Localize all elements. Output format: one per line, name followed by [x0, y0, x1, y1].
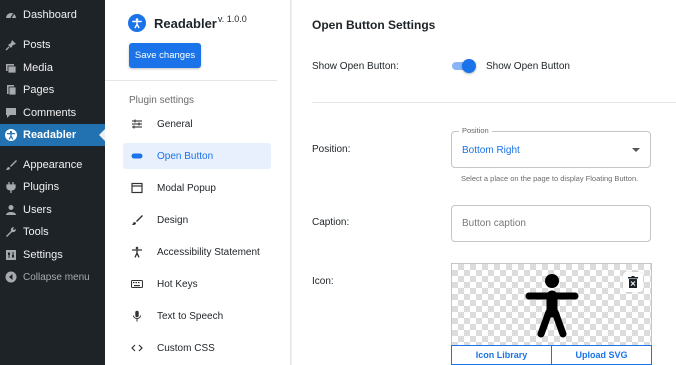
section-divider — [312, 102, 676, 103]
sliders-icon — [131, 118, 143, 130]
comments-icon — [5, 107, 17, 119]
plugin-brand: Readabler v. 1.0.0 — [128, 14, 247, 32]
accessibility-logo-icon — [128, 14, 146, 32]
nav-item-label: Accessibility Statement — [157, 246, 260, 258]
position-label: Position: — [312, 144, 351, 155]
collapse-arrow-icon — [5, 271, 17, 283]
wp-menu-appearance[interactable]: Appearance — [0, 154, 105, 176]
collapse-menu-label: Collapse menu — [23, 271, 90, 283]
pages-icon — [5, 84, 17, 96]
microphone-icon — [131, 310, 143, 322]
nav-item-label: Open Button — [157, 150, 214, 162]
nav-item-hot-keys[interactable]: Hot Keys — [123, 271, 271, 297]
nav-item-label: Modal Popup — [157, 182, 216, 194]
position-select-legend: Position — [459, 126, 492, 135]
wp-menu-plugins[interactable]: Plugins — [0, 176, 105, 198]
wp-menu-label: Appearance — [23, 159, 83, 171]
chevron-down-icon — [632, 148, 640, 152]
position-select[interactable]: Position Bottom Right — [451, 126, 651, 168]
upload-svg-button[interactable]: Upload SVG — [551, 345, 652, 365]
nav-item-label: Design — [157, 214, 189, 226]
brush-icon — [5, 159, 17, 171]
wp-menu-label: Comments — [23, 107, 77, 119]
pin-icon — [5, 39, 17, 51]
plug-icon — [5, 181, 17, 193]
wp-menu-settings[interactable]: Settings — [0, 244, 105, 266]
media-icon — [5, 62, 17, 74]
plugin-nav-panel: Readabler v. 1.0.0 Save changes Plugin s… — [105, 0, 291, 365]
page-title: Open Button Settings — [312, 18, 436, 32]
brush-icon — [131, 214, 143, 226]
wp-menu-posts[interactable]: Posts — [0, 34, 105, 56]
icon-library-button[interactable]: Icon Library — [451, 345, 552, 365]
wp-menu-label: Users — [23, 204, 52, 216]
nav-item-design[interactable]: Design — [123, 207, 271, 233]
wp-admin-sidebar: Dashboard Posts Media Pages Comments Rea… — [0, 0, 105, 365]
nav-item-label: General — [157, 118, 193, 130]
nav-item-label: Custom CSS — [157, 342, 215, 354]
wp-menu-label: Tools — [23, 226, 49, 238]
wp-menu-label: Pages — [23, 84, 55, 96]
wp-menu-dashboard[interactable]: Dashboard — [0, 4, 105, 26]
accessibility-icon — [5, 129, 17, 141]
caption-label: Caption: — [312, 217, 350, 228]
plugin-name: Readabler — [154, 15, 217, 31]
wp-menu-label: Settings — [23, 249, 63, 261]
nav-item-open-button[interactable]: Open Button — [123, 143, 271, 169]
wp-menu-label: Dashboard — [23, 9, 77, 21]
wp-menu-readabler[interactable]: Readabler — [0, 124, 105, 146]
wp-menu-tools[interactable]: Tools — [0, 221, 105, 243]
icon-preview — [451, 263, 652, 345]
nav-divider — [105, 80, 277, 81]
wp-menu-pages[interactable]: Pages — [0, 79, 105, 101]
keyboard-icon — [131, 278, 143, 290]
wp-menu-users[interactable]: Users — [0, 199, 105, 221]
show-open-button-toggle[interactable] — [452, 59, 476, 73]
position-select-value: Bottom Right — [462, 145, 520, 156]
accessibility-figure-icon — [525, 274, 579, 338]
toggle-icon — [131, 150, 143, 162]
user-icon — [5, 204, 17, 216]
wp-collapse-menu[interactable]: Collapse menu — [0, 266, 105, 288]
plugin-version: v. 1.0.0 — [217, 14, 247, 24]
nav-item-custom-css[interactable]: Custom CSS — [123, 335, 271, 361]
position-hint: Select a place on the page to display Fl… — [461, 174, 639, 183]
nav-item-label: Hot Keys — [157, 278, 198, 290]
accessibility-icon — [131, 246, 143, 258]
nav-item-general[interactable]: General — [123, 111, 271, 137]
dashboard-icon — [5, 9, 17, 21]
settings-icon — [5, 249, 17, 261]
delete-icon-button[interactable] — [623, 272, 643, 292]
nav-item-modal-popup[interactable]: Modal Popup — [123, 175, 271, 201]
wp-menu-label: Readabler — [23, 129, 77, 141]
wp-menu-label: Posts — [23, 39, 51, 51]
wp-menu-label: Plugins — [23, 181, 60, 193]
wp-menu-comments[interactable]: Comments — [0, 102, 105, 124]
wp-menu-label: Media — [23, 62, 53, 74]
code-icon — [131, 342, 143, 354]
settings-main-panel: Open Button Settings Show Open Button: S… — [292, 0, 676, 365]
nav-item-text-to-speech[interactable]: Text to Speech — [123, 303, 271, 329]
window-icon — [131, 182, 143, 194]
show-button-label: Show Open Button: — [312, 61, 399, 72]
toggle-knob — [462, 59, 476, 73]
show-open-button-text: Show Open Button — [486, 61, 570, 72]
wp-menu-media[interactable]: Media — [0, 57, 105, 79]
caption-input[interactable] — [451, 205, 651, 242]
save-changes-button[interactable]: Save changes — [129, 43, 201, 68]
nav-item-label: Text to Speech — [157, 310, 224, 322]
nav-item-accessibility-statement[interactable]: Accessibility Statement — [123, 239, 271, 265]
icon-label: Icon: — [312, 276, 334, 287]
nav-section-label: Plugin settings — [129, 95, 195, 106]
trash-icon — [628, 276, 638, 288]
wrench-icon — [5, 226, 17, 238]
